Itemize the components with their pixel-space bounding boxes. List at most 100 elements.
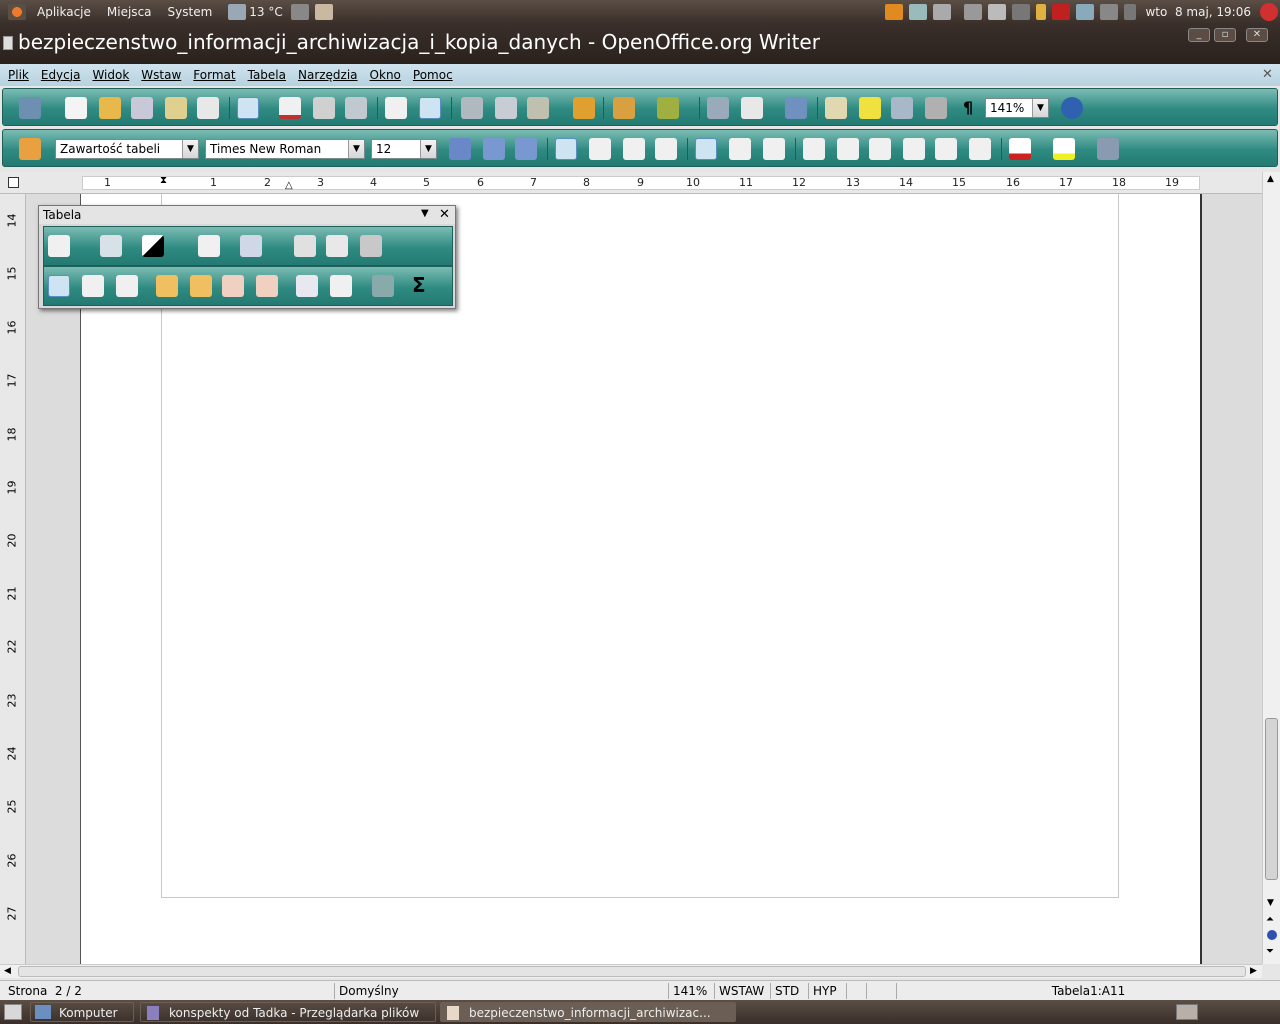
sort-icon[interactable] — [372, 275, 394, 297]
draw-icon[interactable] — [785, 97, 807, 119]
delete-rows-icon[interactable] — [222, 275, 244, 297]
ubuntu-logo-icon[interactable] — [8, 4, 26, 20]
gallery-icon[interactable] — [891, 97, 913, 119]
search-icon[interactable] — [988, 4, 1007, 20]
insert-rows-icon[interactable] — [156, 275, 178, 297]
align-right-icon[interactable] — [623, 138, 645, 160]
find-replace-icon[interactable] — [825, 97, 847, 119]
menu-plik[interactable]: Plik — [2, 68, 35, 82]
previous-page-icon[interactable]: ⏶ — [1266, 914, 1274, 925]
subscript-icon[interactable] — [969, 138, 991, 160]
optimize-icon[interactable] — [326, 235, 348, 257]
display-icon[interactable] — [1076, 4, 1095, 20]
delete-columns-icon[interactable] — [256, 275, 278, 297]
align-left-icon[interactable] — [555, 138, 577, 160]
menu-narzedzia[interactable]: Narzędzia — [292, 68, 364, 82]
center-vertical-icon[interactable] — [82, 275, 104, 297]
align-center-icon[interactable] — [589, 138, 611, 160]
justify-icon[interactable] — [655, 138, 677, 160]
next-page-icon[interactable]: ⏷ — [1266, 946, 1274, 957]
monitor-icon[interactable] — [1100, 4, 1119, 20]
vertical-ruler[interactable]: 14 15 16 17 18 19 20 21 22 23 24 25 26 2… — [0, 194, 26, 964]
redo-icon[interactable] — [657, 97, 679, 119]
close-icon[interactable]: ✕ — [439, 207, 450, 222]
horizontal-scroll-thumb[interactable] — [18, 966, 1246, 977]
background-color-icon[interactable] — [1097, 138, 1119, 160]
borders-icon[interactable] — [100, 235, 122, 257]
paragraph-style-combo[interactable]: Zawartość tabeli ▼ — [55, 139, 199, 159]
help-icon[interactable] — [1061, 97, 1083, 119]
selection-mode[interactable]: STD — [770, 983, 806, 999]
toolbar-options-icon[interactable]: ▼ — [421, 208, 429, 219]
print-icon[interactable] — [313, 97, 335, 119]
select-table-icon[interactable] — [296, 275, 318, 297]
styles-icon[interactable] — [19, 138, 41, 160]
vertical-align-icon[interactable] — [240, 235, 262, 257]
volume-icon[interactable] — [1124, 4, 1137, 20]
scroll-up-arrow-icon[interactable]: ▲ — [1267, 174, 1274, 184]
merge-cells-icon[interactable] — [198, 235, 220, 257]
table-properties-icon[interactable] — [330, 275, 352, 297]
weather-temperature[interactable]: 13 °C — [249, 5, 282, 19]
menu-tabela[interactable]: Tabela — [242, 68, 292, 82]
increase-indent-icon[interactable] — [903, 138, 925, 160]
title-bar[interactable]: bezpieczenstwo_informacji_archiwizacja_i… — [0, 24, 1280, 64]
align-top-icon[interactable] — [695, 138, 717, 160]
tab-type-icon[interactable] — [8, 177, 19, 188]
menu-widok[interactable]: Widok — [86, 68, 135, 82]
insert-columns-icon[interactable] — [190, 275, 212, 297]
right-indent-marker-icon[interactable]: △ — [285, 180, 293, 191]
undo-icon[interactable] — [613, 97, 635, 119]
font-color-icon[interactable] — [1009, 138, 1031, 160]
download-icon[interactable] — [909, 4, 928, 20]
notes-icon[interactable] — [290, 4, 309, 20]
table-toolbar-window[interactable]: Tabela ▼ ✕ Σ — [38, 205, 456, 309]
scroll-down-arrow-icon[interactable]: ▼ — [1267, 898, 1274, 908]
font-size-combo[interactable]: 12 ▼ — [371, 139, 437, 159]
ruby-icon[interactable] — [1052, 4, 1071, 20]
hyperlink-mode[interactable]: HYP — [808, 983, 842, 999]
task-file-browser[interactable]: konspekty od Tadka - Przeglądarka plików — [140, 1002, 436, 1022]
menu-wstaw[interactable]: Wstaw — [135, 68, 187, 82]
cut-icon[interactable] — [461, 97, 483, 119]
vertical-scrollbar[interactable]: ▲ ▼ ⏶ ⏷ — [1262, 172, 1280, 964]
user-icon[interactable] — [1036, 4, 1047, 20]
bold-icon[interactable] — [449, 138, 471, 160]
numbering-icon[interactable] — [803, 138, 825, 160]
print-preview-icon[interactable] — [345, 97, 367, 119]
zoom-indicator[interactable]: 141% — [668, 983, 710, 999]
insert-table-icon[interactable] — [48, 235, 70, 257]
scroll-right-arrow-icon[interactable]: ▶ — [1250, 966, 1257, 976]
chevron-down-icon[interactable]: ▼ — [420, 140, 436, 158]
pilcrow-icon[interactable]: ¶ — [963, 98, 973, 117]
data-sources-icon[interactable] — [925, 97, 947, 119]
superscript-icon[interactable] — [935, 138, 957, 160]
autospellcheck-icon[interactable] — [419, 97, 441, 119]
menu-aplikacje[interactable]: Aplikacje — [29, 5, 99, 19]
envelope-icon[interactable] — [1012, 4, 1031, 20]
chevron-down-icon[interactable]: ▼ — [348, 140, 364, 158]
edit-mode-icon[interactable] — [237, 97, 259, 119]
trash-icon[interactable] — [1176, 1004, 1198, 1020]
underline-icon[interactable] — [515, 138, 537, 160]
menu-format[interactable]: Format — [187, 68, 241, 82]
mail-icon[interactable] — [314, 4, 333, 20]
decrease-indent-icon[interactable] — [869, 138, 891, 160]
menu-miejsca[interactable]: Miejsca — [99, 5, 160, 19]
task-writer[interactable]: bezpieczenstwo_informacji_archiwizac... — [440, 1002, 736, 1022]
paste-icon[interactable] — [527, 97, 549, 119]
page-indicator[interactable]: Strona 2 / 2 — [4, 983, 82, 999]
highlight-icon[interactable] — [1053, 138, 1075, 160]
font-name-combo[interactable]: Times New Roman ▼ — [205, 139, 365, 159]
spellcheck-icon[interactable] — [385, 97, 407, 119]
split-cells-icon[interactable] — [294, 235, 316, 257]
menu-edycja[interactable]: Edycja — [35, 68, 87, 82]
export-pdf-icon[interactable] — [279, 97, 301, 119]
document-page[interactable] — [80, 194, 1202, 964]
bullets-icon[interactable] — [837, 138, 859, 160]
chevron-down-icon[interactable]: ▼ — [1032, 99, 1048, 117]
horizontal-ruler[interactable]: 1 1 2 3 4 5 6 7 8 9 10 11 12 13 14 15 16… — [0, 172, 1262, 194]
settings-icon[interactable] — [933, 4, 952, 20]
zoom-combo[interactable]: 141% ▼ — [985, 98, 1049, 118]
close-window-button[interactable]: ✕ — [1246, 28, 1268, 42]
